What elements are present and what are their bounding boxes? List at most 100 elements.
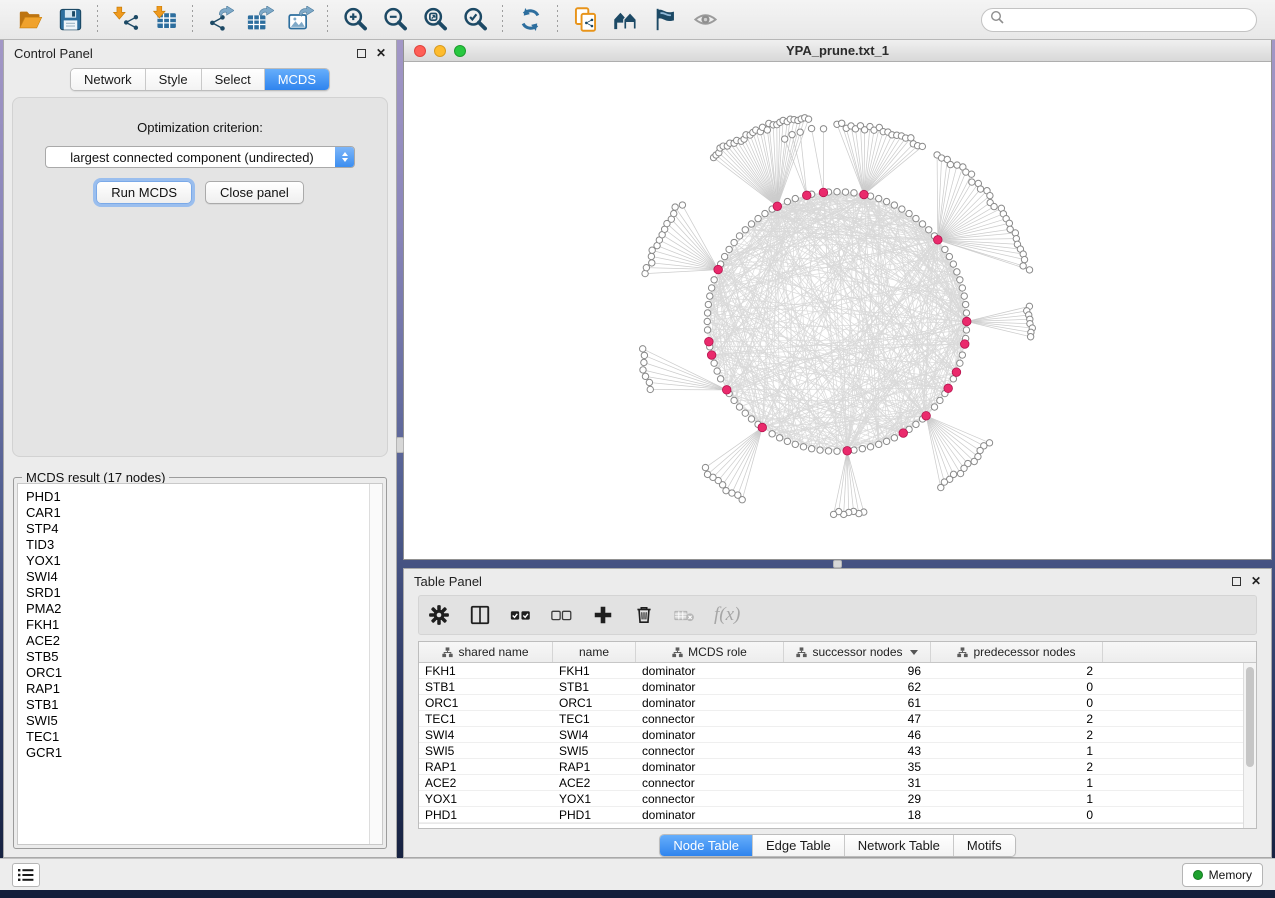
column-header-name[interactable]: name [553,642,636,662]
table-row[interactable]: PHD1PHD1dominator180 [419,807,1256,823]
tab-style[interactable]: Style [146,69,202,90]
table-row[interactable]: ACE2ACE2connector311 [419,775,1256,791]
table-row[interactable]: STB1STB1dominator620 [419,679,1256,695]
column-header-predecessor-nodes[interactable]: predecessor nodes [931,642,1103,662]
tab-select[interactable]: Select [202,69,265,90]
mcds-result-item[interactable]: PHD1 [26,489,369,505]
optimization-dropdown[interactable]: largest connected component (undirected) [45,146,355,168]
show-hide-eye-button [685,3,725,37]
mcds-result-item[interactable]: FKH1 [26,617,369,633]
table-row[interactable]: YOX1YOX1connector291 [419,791,1256,807]
table-cell: 47 [784,711,931,726]
table-toolbar: f(x) [418,595,1257,635]
run-mcds-button[interactable]: Run MCDS [96,181,192,204]
mcds-result-item[interactable]: TEC1 [26,729,369,745]
close-table-panel-icon[interactable]: ✕ [1251,575,1261,587]
export-image-button[interactable] [280,3,320,37]
table-scrollbar[interactable] [1243,663,1256,828]
mcds-result-item[interactable]: ACE2 [26,633,369,649]
table-body: FKH1FKH1dominator962STB1STB1dominator620… [419,663,1256,824]
table-tab-edge-table[interactable]: Edge Table [753,835,845,856]
table-row[interactable]: TEC1TEC1connector472 [419,711,1256,727]
mcds-result-item[interactable]: GCR1 [26,745,369,761]
zoom-in-button[interactable] [335,3,375,37]
table-row[interactable]: SWI5SWI5connector431 [419,743,1256,759]
tab-mcds[interactable]: MCDS [265,69,329,90]
table-cell: YOX1 [553,791,636,806]
tab-network[interactable]: Network [71,69,146,90]
horizontal-splitter[interactable] [403,560,1272,568]
export-image-icon [287,6,314,33]
gear-button[interactable] [427,603,451,627]
mcds-result-item[interactable]: SWI5 [26,713,369,729]
status-bar: Memory [0,858,1275,890]
table-panel-title: Table Panel [414,574,482,589]
mcds-result-list[interactable]: PHD1CAR1STP4TID3YOX1SWI4SRD1PMA2FKH1ACE2… [17,483,383,845]
float-table-panel-icon[interactable] [1232,577,1241,586]
mcds-result-item[interactable]: PMA2 [26,601,369,617]
memory-button[interactable]: Memory [1182,863,1263,887]
float-panel-icon[interactable] [357,49,366,58]
table-row[interactable]: SWI4SWI4dominator462 [419,727,1256,743]
import-network-button[interactable] [105,3,145,37]
mcds-result-item[interactable]: STB1 [26,697,369,713]
mcds-result-item[interactable]: CAR1 [26,505,369,521]
splitter-grip-horizontal[interactable] [833,560,842,568]
table-tab-node-table[interactable]: Node Table [660,835,753,856]
table-cell: connector [636,711,784,726]
mcds-result-item[interactable]: STP4 [26,521,369,537]
apply-layout-button[interactable] [510,3,550,37]
new-network-from-selection-button[interactable] [565,3,605,37]
close-panel-icon[interactable]: ✕ [376,47,386,59]
table-cell: TEC1 [419,711,553,726]
table-row[interactable]: FKH1FKH1dominator962 [419,663,1256,679]
zoom-out-button[interactable] [375,3,415,37]
node-table[interactable]: shared namenameMCDS rolesuccessor nodesp… [418,641,1257,829]
mcds-result-item[interactable]: ORC1 [26,665,369,681]
splitter-grip[interactable] [396,437,404,453]
column-header-successor-nodes[interactable]: successor nodes [784,642,931,662]
column-header-MCDS-role[interactable]: MCDS role [636,642,784,662]
table-cell: ACE2 [419,775,553,790]
add-column-button[interactable] [591,603,615,627]
table-row[interactable]: RAP1RAP1dominator352 [419,759,1256,775]
vertical-splitter[interactable] [397,40,403,858]
column-view-button[interactable] [468,603,492,627]
search-box[interactable] [981,8,1257,32]
mcds-result-item[interactable]: YOX1 [26,553,369,569]
network-graph[interactable] [404,62,1271,559]
mcds-result-item[interactable]: SWI4 [26,569,369,585]
save-session-button[interactable] [50,3,90,37]
deselect-all-button[interactable] [550,603,574,627]
open-file-button[interactable] [10,3,50,37]
first-neighbors-button[interactable] [605,3,645,37]
table-cell: dominator [636,807,784,822]
task-history-button[interactable] [12,863,40,887]
graphics-details-button[interactable] [645,3,685,37]
mcds-result-item[interactable]: STB5 [26,649,369,665]
table-cell: ACE2 [553,775,636,790]
import-table-button[interactable] [145,3,185,37]
zoom-fit-button[interactable] [415,3,455,37]
table-cell: 1 [931,791,1103,806]
select-all-button[interactable] [509,603,533,627]
table-tab-motifs[interactable]: Motifs [954,835,1015,856]
network-window-titlebar[interactable]: YPA_prune.txt_1 [404,40,1271,62]
mcds-result-item[interactable]: SRD1 [26,585,369,601]
network-canvas[interactable] [404,62,1271,559]
mcds-result-item[interactable]: TID3 [26,537,369,553]
table-scrollbar-thumb[interactable] [1246,667,1254,767]
export-network-button[interactable] [200,3,240,37]
table-tab-network-table[interactable]: Network Table [845,835,954,856]
column-header-shared-name[interactable]: shared name [419,642,553,662]
delete-column-button[interactable] [632,603,656,627]
zoom-selected-button[interactable] [455,3,495,37]
export-table-button[interactable] [240,3,280,37]
mcds-result-item[interactable]: RAP1 [26,681,369,697]
close-panel-button[interactable]: Close panel [205,181,304,204]
table-row[interactable]: ORC1ORC1dominator610 [419,695,1256,711]
memory-label: Memory [1209,868,1252,882]
result-scrollbar[interactable] [369,484,382,844]
toolbar-separator [557,5,558,35]
search-input[interactable] [1004,13,1256,27]
